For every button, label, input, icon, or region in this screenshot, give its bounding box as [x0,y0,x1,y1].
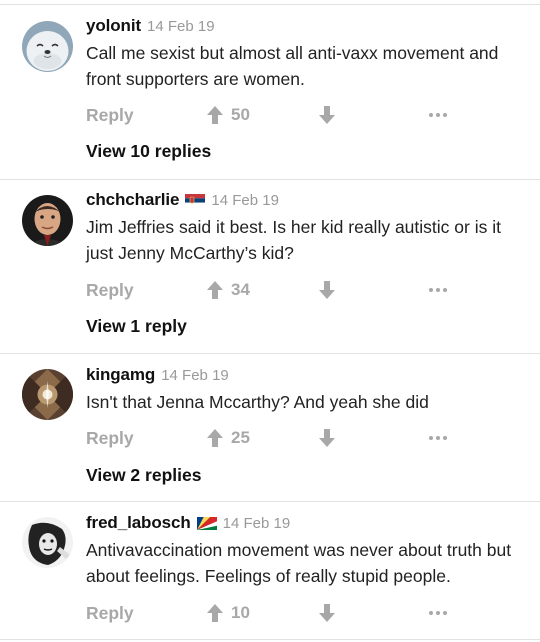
avatar[interactable] [22,369,73,420]
username[interactable]: fred_labosch [86,513,191,533]
comment-text: Call me sexist but almost all anti-vaxx … [86,43,499,89]
vote-count: 50 [231,105,250,124]
username[interactable]: chchcharlie [86,190,179,210]
view-replies-link[interactable]: View 2 replies [86,463,201,487]
arrow-up-icon[interactable] [206,603,224,623]
username[interactable]: yolonit [86,16,141,36]
reply-button[interactable]: Reply [86,426,134,450]
more-dots-icon[interactable] [426,280,450,300]
comment-actions: Reply 10 [86,601,526,625]
comment-item: kingamg 14 Feb 19 Isn't that Jenna Mccar… [0,354,540,502]
view-replies-link[interactable]: View 10 replies [86,139,211,163]
kaleidoscope-avatar-image [22,369,73,420]
avatar[interactable] [22,21,73,72]
username[interactable]: kingamg [86,365,155,385]
timestamp: 14 Feb 19 [147,17,215,35]
arrow-up-icon[interactable] [206,105,224,125]
comment-text: Jim Jeffries said it best. Is her kid re… [86,217,501,263]
comment-meta: yolonit 14 Feb 19 [86,14,215,38]
comment-actions: Reply 50 [86,103,526,127]
reply-button[interactable]: Reply [86,103,134,127]
comment-actions: Reply 25 [86,426,526,450]
comment-meta: chchcharlie 14 Feb 19 [86,188,279,212]
comment-actions: Reply 34 [86,278,526,302]
more-dots-icon[interactable] [426,428,450,448]
comment-item: chchcharlie 14 Feb 19 Jim Jeffries said … [0,180,540,354]
more-dots-icon[interactable] [426,603,450,623]
seal-avatar-image [22,21,73,72]
comment-text: Antivavaccination movement was never abo… [86,540,512,586]
timestamp: 14 Feb 19 [222,514,291,532]
comment-meta: kingamg 14 Feb 19 [86,363,229,387]
serbia-flag-icon [185,193,206,207]
view-replies-link[interactable]: View 1 reply [86,314,187,338]
comment-item: yolonit 14 Feb 19 Call me sexist but alm… [0,5,540,180]
comment-text: Isn't that Jenna Mccarthy? And yeah she … [86,392,429,412]
reply-button[interactable]: Reply [86,278,134,302]
arrow-up-icon[interactable] [206,428,224,448]
reply-button[interactable]: Reply [86,601,134,625]
avatar[interactable] [22,517,73,568]
timestamp: 14 Feb 19 [211,191,279,209]
sketch-avatar-image [22,517,73,568]
seychelles-flag-icon [196,516,217,530]
more-dots-icon[interactable] [426,105,450,125]
portrait-avatar-image [22,195,73,246]
comment-item: fred_labosch 14 Feb 19 Antivavaccination… [0,502,540,640]
vote-count: 34 [231,280,250,299]
arrow-down-icon[interactable] [318,603,336,623]
vote-count: 25 [231,428,250,447]
arrow-down-icon[interactable] [318,428,336,448]
arrow-down-icon[interactable] [318,280,336,300]
timestamp: 14 Feb 19 [161,366,229,384]
comment-meta: fred_labosch 14 Feb 19 [86,511,290,535]
arrow-up-icon[interactable] [206,280,224,300]
arrow-down-icon[interactable] [318,105,336,125]
vote-count: 10 [231,603,250,622]
avatar[interactable] [22,195,73,246]
